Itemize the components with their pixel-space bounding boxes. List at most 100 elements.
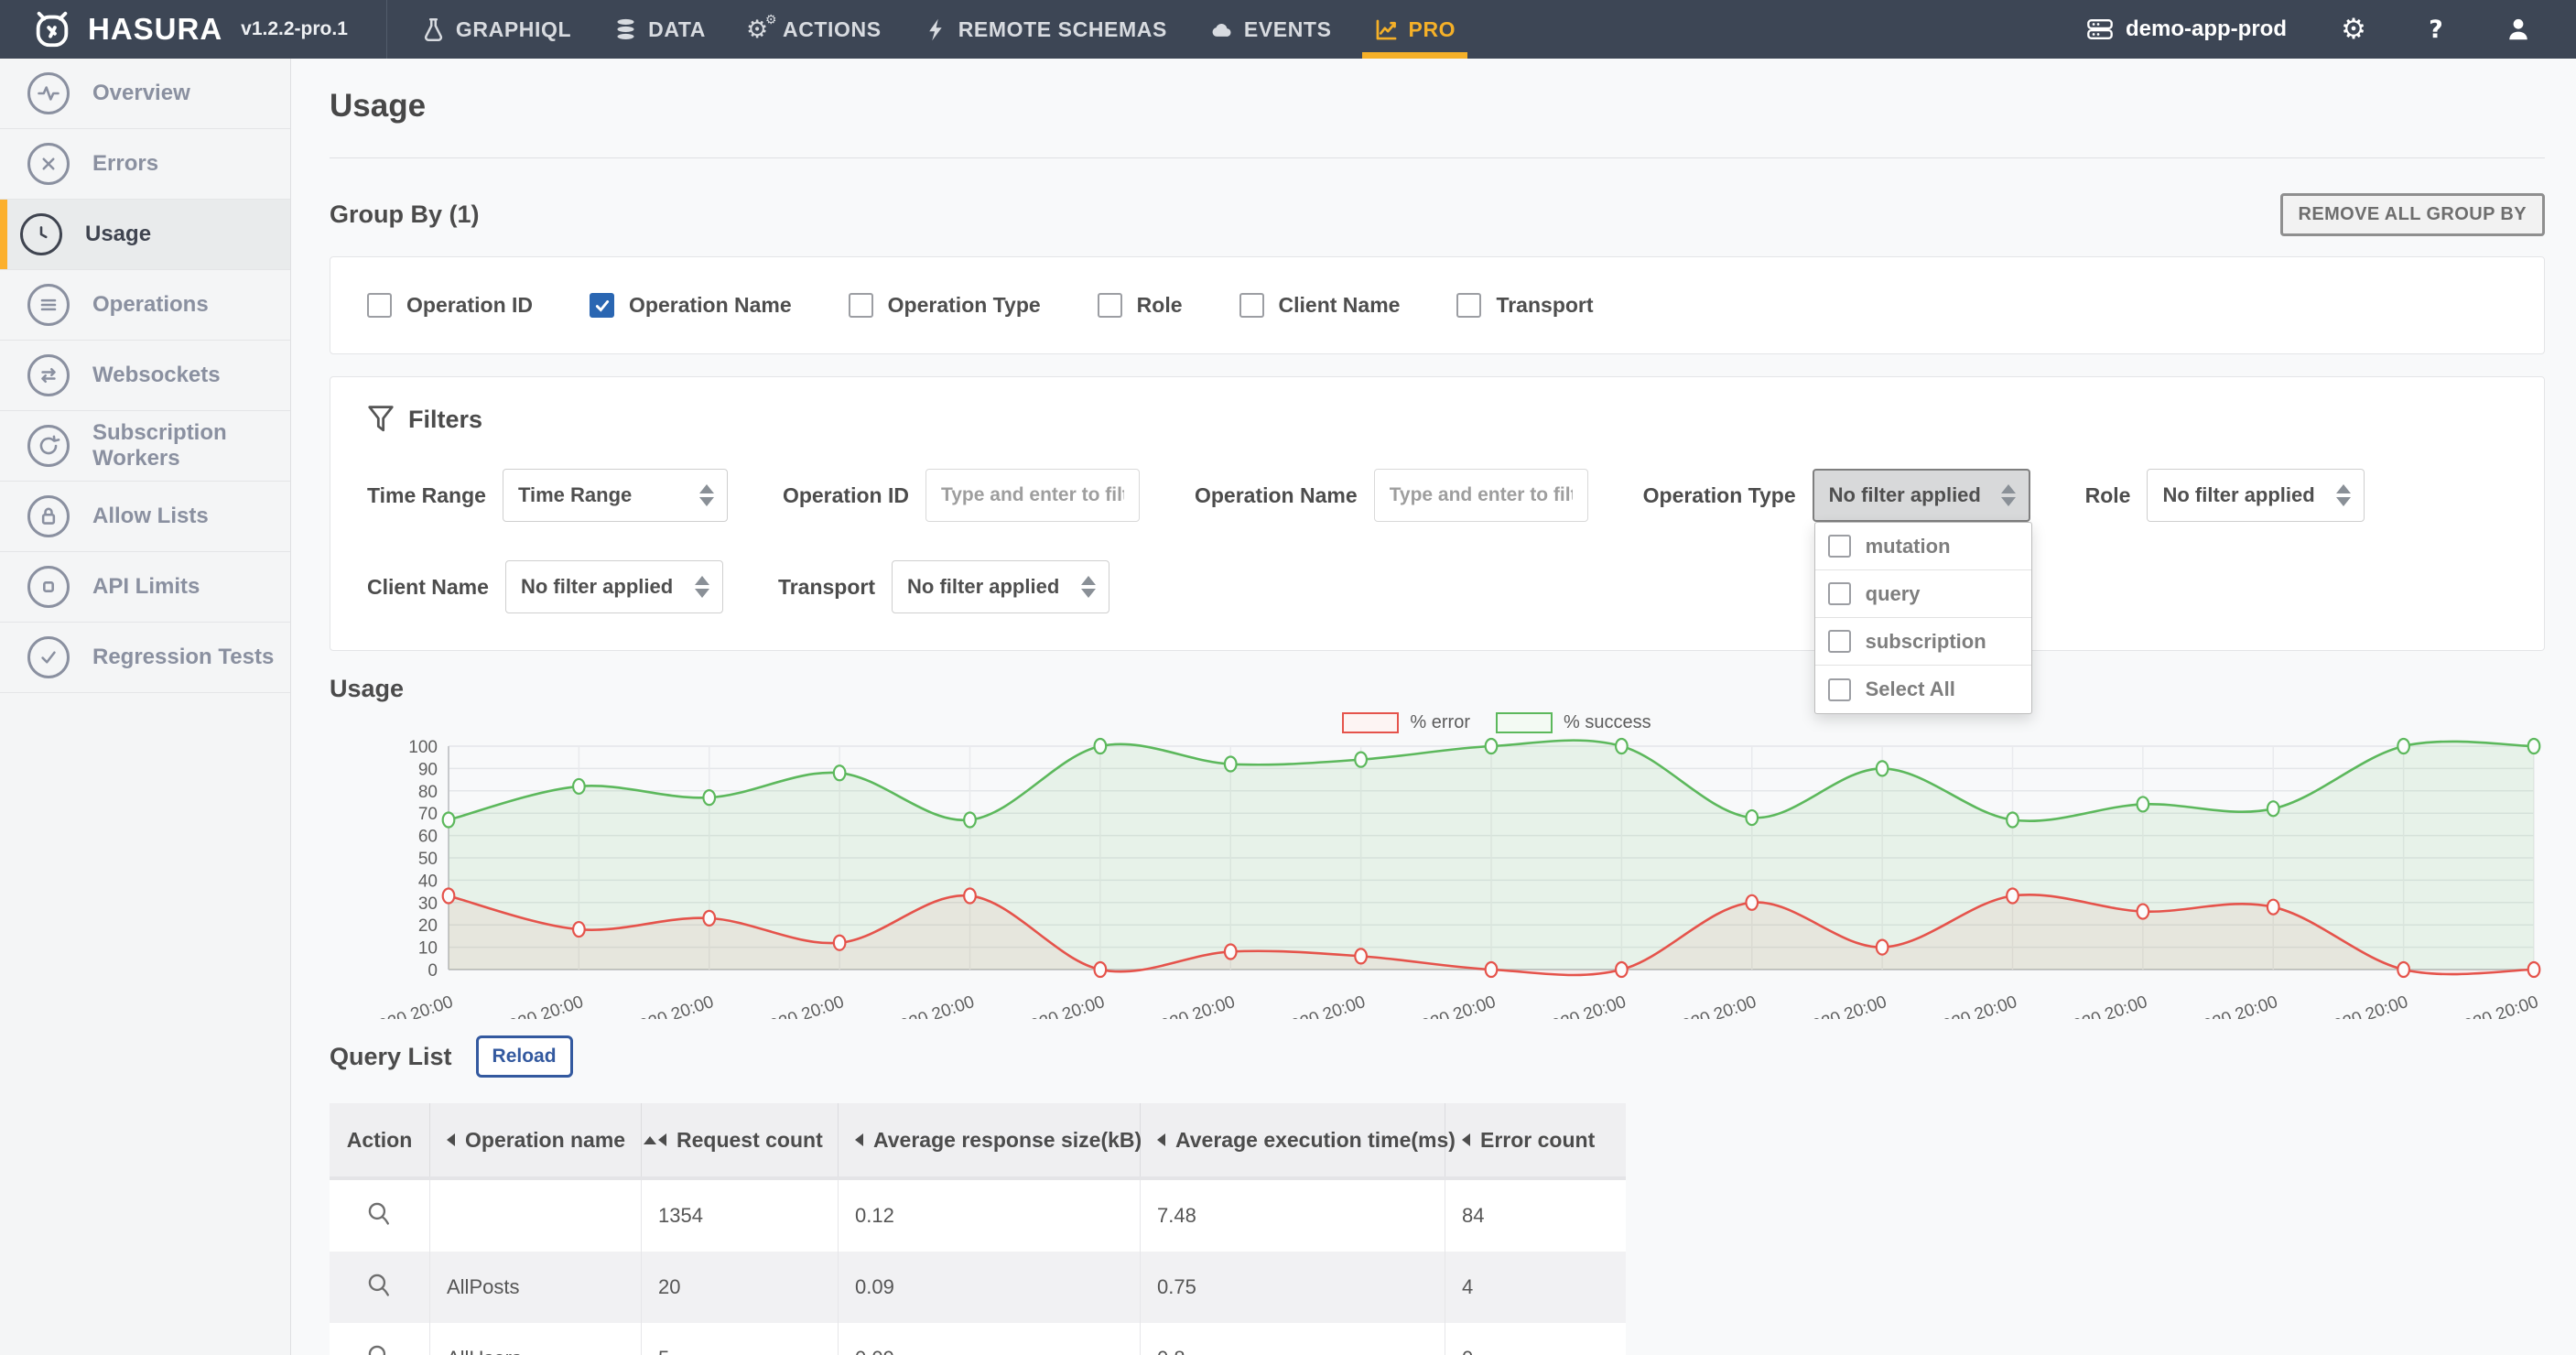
groupby-option-operation-id[interactable]: Operation ID <box>367 293 533 318</box>
legend-swatch-icon <box>1495 712 1553 733</box>
cell-operation_name: AllPosts <box>430 1252 642 1323</box>
cloud-icon <box>1209 17 1234 42</box>
svg-text:10: 10 <box>418 939 438 959</box>
table-body: 13540.127.48 84 AllPosts200.090.75 4 AllUs… <box>330 1180 1626 1355</box>
user-icon[interactable] <box>2503 14 2534 45</box>
column-header-error-count[interactable]: Error count <box>1445 1103 1626 1176</box>
sidebar-item-websockets[interactable]: Websockets <box>0 341 290 411</box>
magnifier-icon <box>365 1342 394 1355</box>
sidebar-item-overview[interactable]: Overview <box>0 59 290 129</box>
sidebar-item-regression-tests[interactable]: Regression Tests <box>0 623 290 693</box>
svg-text:60: 60 <box>418 828 438 847</box>
unchecked-checkbox[interactable] <box>1827 535 1851 558</box>
dropdown-option-subscription[interactable]: subscription <box>1814 618 2031 666</box>
time-range-label: Time Range <box>367 482 486 507</box>
operation-id-input[interactable] <box>925 469 1140 522</box>
svg-text:08 Jun 2020 20:00: 08 Jun 2020 20:00 <box>1617 992 1759 1019</box>
usage-chart: 010203040506070809010019 May 2020 20:002… <box>330 737 2541 1019</box>
unchecked-checkbox[interactable] <box>1456 293 1482 318</box>
groupby-option-client-name[interactable]: Client Name <box>1239 293 1400 318</box>
table-header: Action Operation name Request count Aver… <box>330 1103 1626 1180</box>
unchecked-checkbox[interactable] <box>1827 678 1851 701</box>
project-selector[interactable]: demo-app-prod <box>2086 16 2287 42</box>
column-header-average-response-size-kb-[interactable]: Average response size(kB) <box>839 1103 1142 1176</box>
groupby-option-operation-name[interactable]: Operation Name <box>590 293 792 318</box>
operation-name-input[interactable] <box>1373 469 1588 522</box>
svg-text:30: 30 <box>418 894 438 914</box>
groupby-option-role[interactable]: Role <box>1097 293 1183 318</box>
clock-icon <box>20 213 62 255</box>
unchecked-checkbox[interactable] <box>1827 582 1851 605</box>
remove-all-group-by-button[interactable]: REMOVE ALL GROUP BY <box>2279 193 2545 236</box>
column-header-operation-name[interactable]: Operation name <box>430 1103 657 1176</box>
sort-left-triangle-icon <box>1157 1133 1165 1146</box>
unchecked-checkbox[interactable] <box>848 293 873 318</box>
column-header-request-count[interactable]: Request count <box>642 1103 839 1176</box>
dropdown-option-select-all[interactable]: Select All <box>1815 666 2031 713</box>
svg-text:14 Jun 2020 20:00: 14 Jun 2020 20:00 <box>2008 992 2150 1019</box>
row-inspect-action[interactable] <box>330 1180 430 1252</box>
svg-text:50: 50 <box>418 850 438 869</box>
row-inspect-action[interactable] <box>330 1323 430 1355</box>
funnel-icon <box>368 406 394 432</box>
svg-text:21 May 2020 20:00: 21 May 2020 20:00 <box>438 992 586 1019</box>
client-name-select[interactable]: No filter applied <box>504 560 723 613</box>
nav-item-pro[interactable]: PRO <box>1353 0 1477 59</box>
sort-left-triangle-icon <box>658 1133 666 1146</box>
select-arrows-icon <box>1081 576 1097 598</box>
unchecked-checkbox[interactable] <box>1097 293 1122 318</box>
sidebar-item-api-limits[interactable]: API Limits <box>0 552 290 623</box>
role-select[interactable]: No filter applied <box>2147 469 2365 522</box>
flask-icon <box>421 17 446 42</box>
nav-item-actions[interactable]: ⚙ ⚙ ACTIONS <box>727 0 903 59</box>
row-inspect-action[interactable] <box>330 1252 430 1323</box>
svg-text:70: 70 <box>418 805 438 824</box>
column-header-average-execution-time-ms-[interactable]: Average execution time(ms) <box>1141 1103 1456 1176</box>
settings-gear-icon[interactable]: ⚙ <box>2338 14 2369 45</box>
unchecked-checkbox[interactable] <box>367 293 392 318</box>
sidebar-item-usage[interactable]: Usage <box>0 200 290 270</box>
operation-type-dropdown: mutation query subscription Select All <box>1813 522 2032 714</box>
sort-left-triangle-icon <box>1462 1133 1470 1146</box>
refresh-icon <box>27 425 70 467</box>
unchecked-checkbox[interactable] <box>1827 630 1851 653</box>
list-icon <box>27 284 70 326</box>
transport-label: Transport <box>777 574 876 599</box>
cell-avg_response_size: 0.12 <box>839 1180 1141 1252</box>
unchecked-checkbox[interactable] <box>1239 293 1264 318</box>
dropdown-option-query[interactable]: query <box>1814 570 2031 618</box>
nav-item-data[interactable]: DATA <box>592 0 727 59</box>
svg-text:01 Jun 2020 20:00: 01 Jun 2020 20:00 <box>1095 992 1238 1019</box>
svg-text:26 May 2020 20:00: 26 May 2020 20:00 <box>699 992 847 1019</box>
nav-item-remote-schemas[interactable]: REMOTE SCHEMAS <box>903 0 1188 59</box>
svg-text:31 May 2020 20:00: 31 May 2020 20:00 <box>960 992 1108 1019</box>
reload-button[interactable]: Reload <box>475 1035 573 1078</box>
cell-avg_response_size: 0.09 <box>839 1323 1141 1355</box>
bolt-icon <box>924 17 948 42</box>
sidebar-item-allow-lists[interactable]: Allow Lists <box>0 482 290 552</box>
chart-icon <box>1374 17 1399 42</box>
groupby-option-transport[interactable]: Transport <box>1456 293 1594 318</box>
database-icon <box>613 17 638 42</box>
time-range-select[interactable]: Time Range <box>502 469 728 522</box>
svg-text:20: 20 <box>418 916 438 936</box>
help-icon[interactable]: ? <box>2420 14 2452 45</box>
cell-avg_response_size: 0.09 <box>839 1252 1141 1323</box>
transport-select[interactable]: No filter applied <box>892 560 1110 613</box>
arrows-swap-icon <box>27 354 70 396</box>
brand[interactable]: HASURA v1.2.2-pro.1 <box>0 0 386 59</box>
nav-item-events[interactable]: EVENTS <box>1188 0 1353 59</box>
sort-left-triangle-icon <box>447 1133 455 1146</box>
sidebar-item-errors[interactable]: Errors <box>0 129 290 200</box>
nav-item-graphiql[interactable]: GRAPHIQL <box>400 0 592 59</box>
sidebar-item-operations[interactable]: Operations <box>0 270 290 341</box>
groupby-option-operation-type[interactable]: Operation Type <box>848 293 1041 318</box>
hasura-logo-icon <box>31 8 73 50</box>
sidebar-item-subscription-workers[interactable]: Subscription Workers <box>0 411 290 482</box>
operation-type-select[interactable]: No filter applied mutation query subscri… <box>1812 469 2032 714</box>
dropdown-option-mutation[interactable]: mutation <box>1814 523 2031 570</box>
cell-operation_name: AllUsers <box>430 1323 642 1355</box>
legend-swatch-icon <box>1342 712 1400 733</box>
checked-checkbox[interactable] <box>590 293 615 318</box>
cell-request_count: 20 <box>642 1252 839 1323</box>
